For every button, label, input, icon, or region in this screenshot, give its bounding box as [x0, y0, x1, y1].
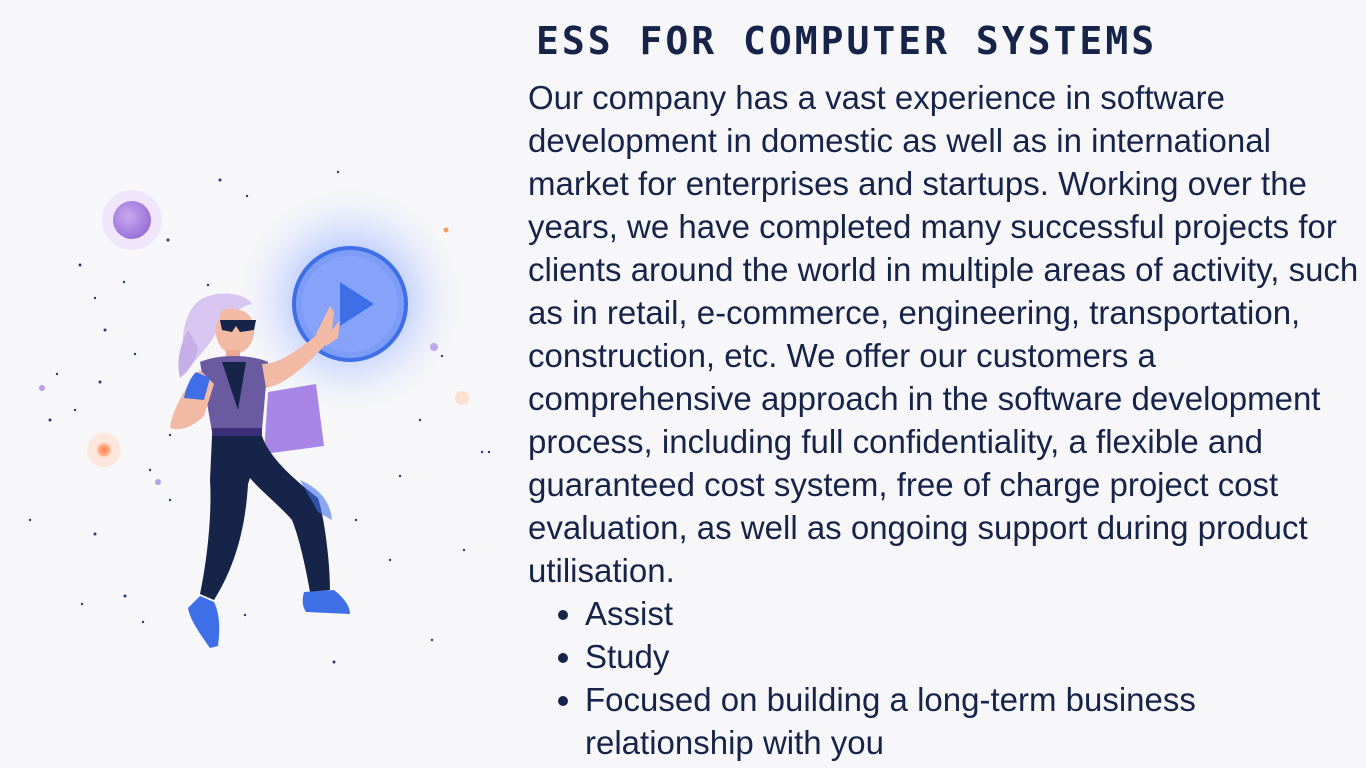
content-panel: ESS FOR COMPUTER SYSTEMS Our company has…	[528, 18, 1360, 764]
list-item: Study	[585, 635, 1360, 678]
feature-list: Assist Study Focused on building a long-…	[528, 592, 1360, 764]
small-bubble	[39, 385, 45, 391]
company-description: Our company has a vast experience in sof…	[528, 79, 1359, 589]
list-item: Focused on building a long-term business…	[585, 678, 1360, 764]
page: ESS FOR COMPUTER SYSTEMS Our company has…	[0, 0, 1366, 768]
orange-dot	[443, 227, 449, 233]
page-title: ESS FOR COMPUTER SYSTEMS	[536, 19, 1158, 63]
small-bubble	[155, 479, 161, 485]
list-item: Assist	[585, 592, 1360, 635]
orange-glow	[455, 391, 469, 405]
orange-bubble	[87, 433, 121, 467]
purple-bubble	[102, 190, 162, 250]
hero-illustration	[28, 170, 491, 664]
